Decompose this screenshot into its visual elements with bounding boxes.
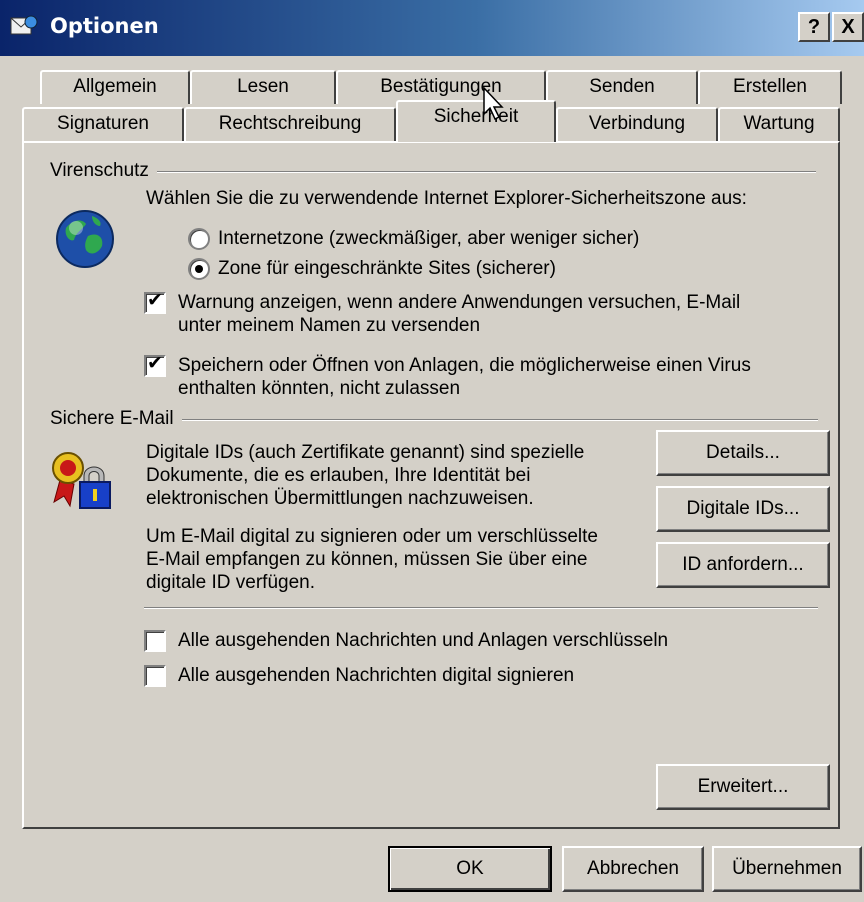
tab-allgemein[interactable]: Allgemein [40, 70, 190, 104]
group-label-secure-mail: Sichere E-Mail [50, 408, 182, 430]
radio-selected-dot [195, 265, 203, 273]
warn-label-line-2: unter meinem Namen zu versenden [178, 315, 481, 336]
block-label-line-2: enthalten könnten, nicht zulassen [178, 378, 461, 399]
radio-restricted-zone-label: Zone für eingeschränkte Sites (sicherer) [218, 258, 556, 279]
check-mark-icon: ✔ [147, 353, 163, 374]
request-id-button[interactable]: ID anfordern... [656, 542, 830, 588]
outlook-express-icon [10, 15, 38, 35]
secure-mail-description-2: Um E-Mail digital zu signieren oder um v… [146, 525, 598, 594]
block-label-line-1: Speichern oder Öffnen von Anlagen, die m… [178, 355, 751, 376]
desc1-line-3: elektronischen Übermittlungen nachzuweis… [146, 488, 534, 509]
apply-button[interactable]: Übernehmen [712, 846, 862, 892]
tab-erstellen[interactable]: Erstellen [698, 70, 842, 104]
radio-internet-zone-label: Internetzone (zweckmäßiger, aber weniger… [218, 228, 640, 249]
desc2-line-1: Um E-Mail digital zu signieren oder um v… [146, 526, 598, 547]
warn-label-line-1: Warnung anzeigen, wenn andere Anwendunge… [178, 292, 741, 313]
certificate-lock-icon [52, 452, 111, 509]
radio-internet-zone[interactable] [188, 228, 210, 250]
tab-signaturen[interactable]: Signaturen [22, 107, 184, 141]
checkbox-sign-outgoing[interactable] [144, 665, 166, 687]
checkbox-encrypt-outgoing[interactable] [144, 630, 166, 652]
tab-rechtschreibung[interactable]: Rechtschreibung [184, 107, 396, 141]
tab-lesen[interactable]: Lesen [190, 70, 336, 104]
checkbox-warn-send-label: Warnung anzeigen, wenn andere Anwendunge… [178, 291, 740, 337]
zone-prompt: Wählen Sie die zu verwendende Internet E… [146, 188, 747, 209]
desc2-line-2: E-Mail empfangen zu können, müssen Sie ü… [146, 549, 588, 570]
secure-mail-description-1: Digitale IDs (auch Zertifikate genannt) … [146, 441, 584, 510]
radio-restricted-zone[interactable] [188, 258, 210, 280]
checkbox-block-attachments-label: Speichern oder Öffnen von Anlagen, die m… [178, 354, 751, 400]
close-button[interactable]: X [832, 12, 864, 42]
globe-icon [56, 210, 114, 268]
check-mark-icon: ✔ [147, 290, 163, 311]
checkbox-warn-send[interactable]: ✔ [144, 290, 166, 314]
checkbox-sign-outgoing-label: Alle ausgehenden Nachrichten digital sig… [178, 665, 575, 686]
advanced-button[interactable]: Erweitert... [656, 764, 830, 810]
checkbox-block-attachments[interactable]: ✔ [144, 353, 166, 377]
secure-mail-separator [144, 607, 818, 609]
digital-ids-button[interactable]: Digitale IDs... [656, 486, 830, 532]
checkbox-encrypt-outgoing-label: Alle ausgehenden Nachrichten und Anlagen… [178, 630, 669, 651]
help-button[interactable]: ? [798, 12, 830, 42]
group-label-virus: Virenschutz [50, 160, 157, 182]
details-button[interactable]: Details... [656, 430, 830, 476]
desc1-line-1: Digitale IDs (auch Zertifikate genannt) … [146, 442, 585, 463]
desc1-line-2: Dokumente, die es erlauben, Ihre Identit… [146, 465, 531, 486]
tab-verbindung[interactable]: Verbindung [556, 107, 718, 141]
desc2-line-3: digitale ID verfügen. [146, 572, 315, 593]
group-rule-virus [52, 171, 816, 173]
cancel-button[interactable]: Abbrechen [562, 846, 704, 892]
mouse-cursor-icon [483, 86, 504, 121]
tab-senden[interactable]: Senden [546, 70, 698, 104]
tab-bestaetigungen[interactable]: Bestätigungen [336, 70, 546, 104]
window-title: Optionen [50, 14, 159, 38]
tab-wartung[interactable]: Wartung [718, 107, 840, 141]
ok-button[interactable]: OK [388, 846, 552, 892]
tab-sicherheit[interactable]: Sicherheit [396, 100, 556, 142]
